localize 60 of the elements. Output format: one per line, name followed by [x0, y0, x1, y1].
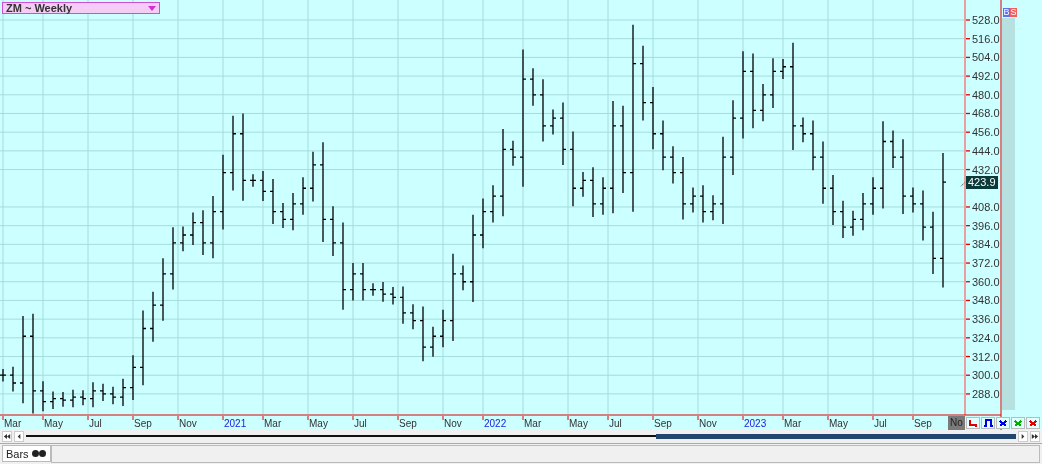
price-axis-label: 456.0 [972, 126, 1000, 139]
price-axis-label: 408.0 [972, 200, 1000, 213]
price-axis-label: 360.0 [972, 275, 1000, 288]
price-axis-label: 300.0 [972, 369, 1000, 382]
price-axis-label: 444.0 [972, 144, 1000, 157]
price-axis-label: 336.0 [972, 313, 1000, 326]
buy-button[interactable]: B [1003, 8, 1010, 17]
date-axis-label: May [829, 418, 848, 429]
scroll-track[interactable] [26, 434, 1016, 439]
date-axis-label: Jul [89, 418, 102, 429]
price-axis-label: 324.0 [972, 331, 1000, 344]
cursor-date-tag: No [948, 416, 965, 430]
date-axis-label: 2022 [484, 418, 507, 429]
scroll-button[interactable] [2, 431, 12, 442]
caret-icon [148, 5, 156, 11]
scroll-thumb[interactable] [656, 434, 1016, 439]
date-axis-label: Mar [784, 418, 802, 429]
leader-line [960, 181, 966, 187]
date-axis-label: May [44, 418, 63, 429]
price-axis-label: 312.0 [972, 350, 1000, 363]
date-axis-label: Jul [609, 418, 622, 429]
price-axis-label: 288.0 [972, 387, 1000, 400]
date-axis-label: Mar [524, 418, 542, 429]
double-arrow-icon [1031, 433, 1039, 440]
date-axis-label: May [309, 418, 328, 429]
price-axis-label: 516.0 [972, 32, 1000, 45]
date-axis-label: Mar [264, 418, 282, 429]
date-axis-label: Nov [444, 418, 462, 429]
date-axis-label: May [569, 418, 588, 429]
price-axis-label: 492.0 [972, 70, 1000, 83]
date-axis-label: Mar [4, 418, 22, 429]
date-axis-label: Jul [354, 418, 367, 429]
price-axis-label: 432.0 [972, 163, 1000, 176]
scroll-button[interactable] [14, 431, 24, 442]
price-axis-label: 504.0 [972, 51, 1000, 64]
date-axis-label: Nov [179, 418, 197, 429]
double-arrow-icon [3, 433, 11, 440]
price-axis-label: 480.0 [972, 88, 1000, 101]
date-axis-label: 2021 [224, 418, 247, 429]
date-axis-label: Sep [399, 418, 417, 429]
chart-tab[interactable]: Bars [2, 445, 51, 462]
date-axis-label: Nov [699, 418, 717, 429]
date-axis-label: Jul [874, 418, 887, 429]
date-axis-label: Sep [654, 418, 672, 429]
date-axis-label: 2023 [744, 418, 767, 429]
last-price-tag: 423.9 [966, 176, 998, 190]
arrow-icon [16, 433, 22, 440]
price-axis-label: 468.0 [972, 107, 1000, 120]
price-axis-label: 348.0 [972, 294, 1000, 307]
scroll-button[interactable] [1030, 431, 1040, 442]
price-axis-label: 396.0 [972, 219, 1000, 232]
two-dots-icon [31, 450, 47, 457]
symbol-dropdown[interactable]: ZM ~ Weekly [2, 2, 160, 14]
date-axis-label: Sep [134, 418, 152, 429]
scroll-button[interactable] [1018, 431, 1028, 442]
price-axis-label: 372.0 [972, 257, 1000, 270]
date-axis-label: Sep [914, 418, 932, 429]
arrow-icon [1020, 433, 1026, 440]
price-axis-label: 528.0 [972, 14, 1000, 26]
price-axis-label: 384.0 [972, 238, 1000, 251]
